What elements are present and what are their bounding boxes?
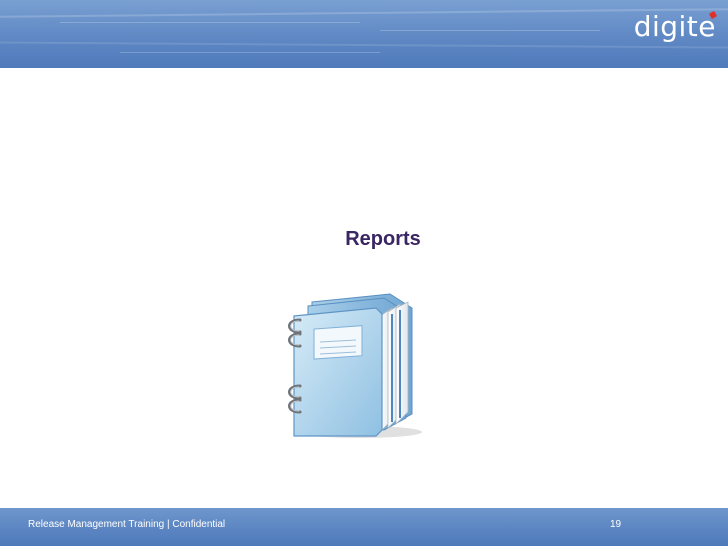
header-streak [60, 22, 360, 23]
notebook-stack-icon [288, 293, 422, 438]
header-streak [120, 52, 380, 53]
header-streak [380, 30, 600, 31]
footer-text: Release Management Training | Confidenti… [28, 519, 226, 530]
page-number: 19 [610, 519, 622, 530]
company-logo: digite [633, 10, 716, 43]
header-band: digite [0, 0, 728, 68]
slide-title: Reports [345, 228, 421, 250]
